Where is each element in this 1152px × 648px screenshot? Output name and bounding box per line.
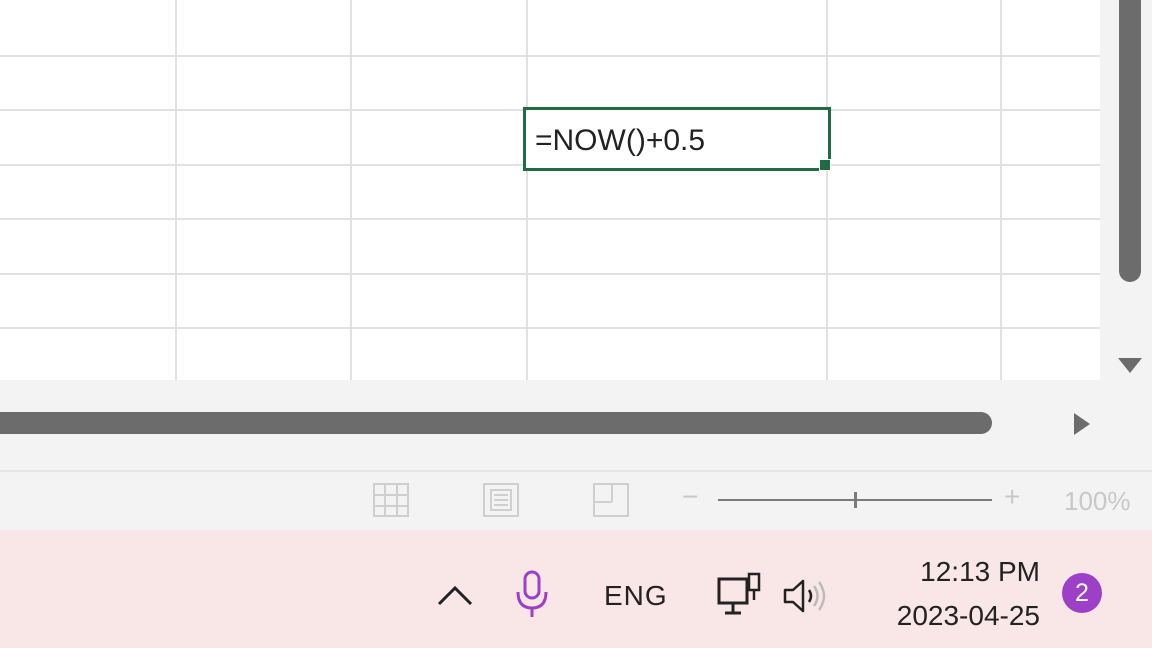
horizontal-scroll-thumb[interactable] <box>0 412 992 434</box>
microphone-icon[interactable] <box>514 570 550 620</box>
column-divider <box>1000 0 1002 380</box>
fill-handle[interactable] <box>819 159 831 171</box>
zoom-slider-thumb[interactable] <box>853 492 857 508</box>
vertical-scrollbar[interactable] <box>1100 0 1152 380</box>
notification-badge[interactable]: 2 <box>1062 573 1102 613</box>
normal-view-icon[interactable] <box>372 482 410 518</box>
row-divider <box>0 273 1100 275</box>
row-divider <box>0 327 1100 329</box>
horizontal-scrollbar[interactable] <box>0 380 1152 470</box>
input-language[interactable]: ENG <box>604 580 668 612</box>
page-layout-view-icon[interactable] <box>482 482 520 518</box>
speaker-icon[interactable] <box>782 578 830 614</box>
column-divider <box>175 0 177 380</box>
active-cell[interactable]: =NOW()+0.5 <box>523 107 831 171</box>
scroll-down-arrow-icon[interactable] <box>1118 358 1142 373</box>
vertical-scroll-thumb[interactable] <box>1119 0 1141 282</box>
taskbar: ENG 12:13 PM 2023-04-25 2 <box>0 530 1152 648</box>
column-divider <box>526 0 528 380</box>
active-cell-formula: =NOW()+0.5 <box>535 124 706 157</box>
chevron-up-icon[interactable] <box>436 582 474 608</box>
clock-date: 2023-04-25 <box>896 600 1040 631</box>
zoom-out-button[interactable]: − <box>682 481 698 513</box>
column-divider <box>350 0 352 380</box>
row-divider <box>0 55 1100 57</box>
network-icon[interactable] <box>716 572 762 618</box>
scroll-right-arrow-icon[interactable] <box>1074 413 1090 435</box>
clock-time: 12:13 PM <box>920 556 1040 587</box>
status-bar: − + 100% <box>0 470 1152 530</box>
column-divider <box>826 0 828 380</box>
zoom-in-button[interactable]: + <box>1004 481 1020 513</box>
row-divider <box>0 218 1100 220</box>
zoom-level-label[interactable]: 100% <box>1064 486 1131 517</box>
page-break-preview-icon[interactable] <box>592 482 630 518</box>
spreadsheet-grid[interactable]: =NOW()+0.5 <box>0 0 1100 380</box>
